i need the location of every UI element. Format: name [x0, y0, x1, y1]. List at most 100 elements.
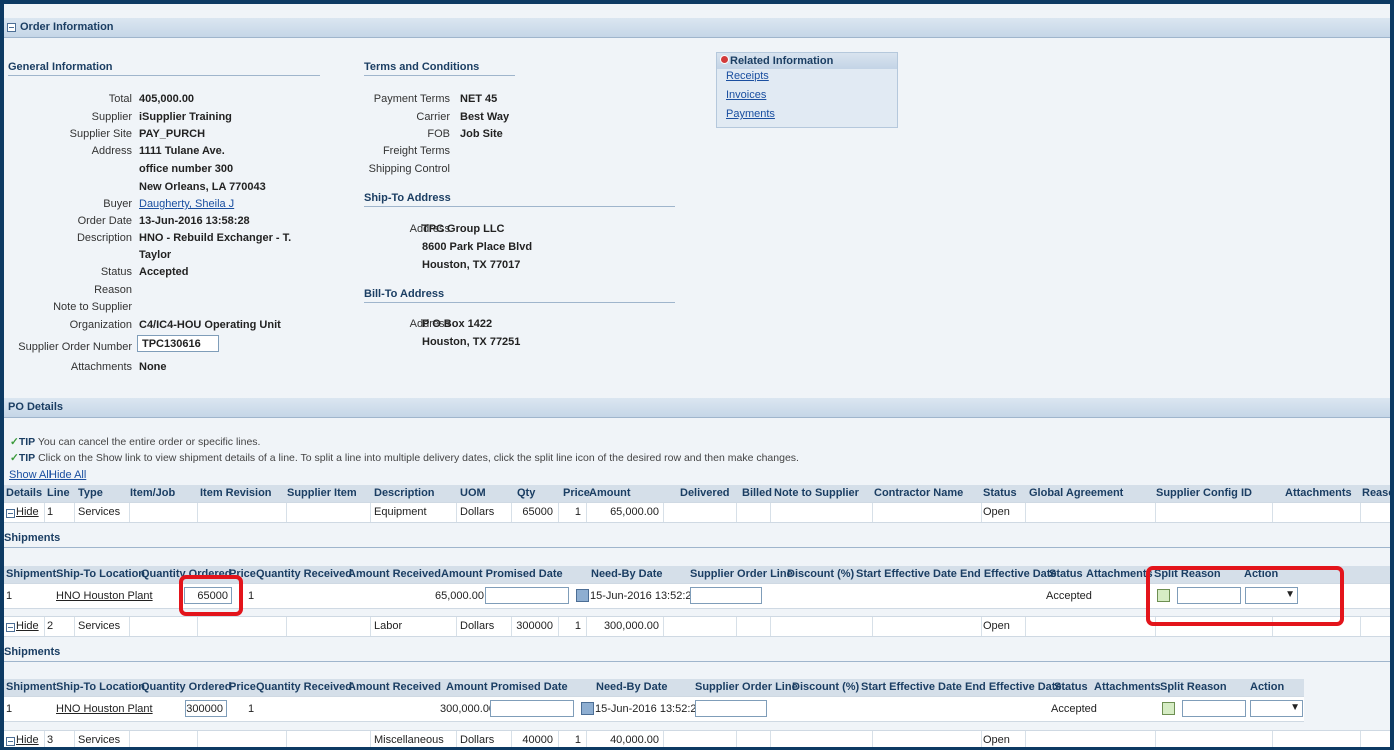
order-info-header[interactable]: Order Information	[4, 18, 1390, 38]
amount-promised: 300,000.00	[440, 703, 496, 715]
line-description: Miscellaneous	[374, 734, 444, 746]
supplier-order-line-input[interactable]	[690, 587, 762, 604]
column-header: Line	[47, 487, 70, 499]
column-header: Discount (%)	[792, 681, 860, 693]
shipment-status: Accepted	[1051, 703, 1097, 715]
column-header: Contractor Name	[874, 487, 964, 499]
payments-link[interactable]: Payments	[726, 108, 775, 120]
shipments-label: Shipments	[4, 646, 61, 658]
column-header: Price	[563, 487, 590, 499]
cell-divider	[872, 617, 873, 636]
supplier-order-line-input[interactable]	[695, 700, 767, 717]
cell-divider	[129, 731, 130, 747]
cell-divider	[1360, 503, 1361, 522]
cell-divider	[370, 617, 371, 636]
column-header: Status	[1054, 681, 1088, 693]
promised-date-input[interactable]	[485, 587, 569, 604]
collapse-icon[interactable]	[6, 623, 15, 632]
collapse-icon[interactable]	[6, 509, 15, 518]
column-header: Item Revision	[200, 487, 272, 499]
bill-to-line-2: Houston, TX 77251	[422, 336, 521, 348]
po-lines-header: Details Line Type Item/Job Item Revision Supp…	[4, 485, 1390, 502]
cell-divider	[197, 731, 198, 747]
check-icon: ✓	[10, 452, 19, 464]
shipment-number: 1	[6, 590, 13, 602]
invoices-link[interactable]: Invoices	[726, 89, 766, 101]
po-details-title: PO Details	[8, 401, 64, 413]
cell-divider	[872, 731, 873, 747]
promised-date-input[interactable]	[490, 700, 574, 717]
show-all-link[interactable]: Show All	[9, 469, 51, 481]
column-header: UOM	[460, 487, 486, 499]
line-status: Open	[983, 734, 1010, 746]
line-qty: 300000	[516, 620, 553, 632]
hide-link[interactable]: Hide	[16, 506, 39, 518]
check-icon: ✓	[10, 436, 19, 448]
column-header: Amount Received	[348, 568, 441, 580]
order-info-title: Order Information	[20, 21, 114, 33]
column-header: Start Effective Date	[861, 681, 962, 693]
column-header: Supplier Item	[287, 487, 357, 499]
split-reason-input[interactable]	[1182, 700, 1246, 717]
field-label: Buyer	[103, 198, 132, 210]
cell-divider	[74, 617, 75, 636]
line-uom: Dollars	[460, 620, 495, 632]
hide-link[interactable]: Hide	[16, 620, 39, 632]
line-qty: 40000	[522, 734, 553, 746]
shipment-status: Accepted	[1046, 590, 1092, 602]
collapse-icon[interactable]	[7, 23, 16, 32]
ship-to-line-1: TPC Group LLC	[422, 223, 505, 235]
cell-divider	[286, 617, 287, 636]
field-label: Total	[108, 93, 132, 105]
column-header: Amount	[589, 487, 631, 499]
cell-divider	[981, 617, 982, 636]
cell-divider	[44, 731, 45, 747]
hide-all-link[interactable]: Hide All	[49, 469, 86, 481]
po-details-header: PO Details	[4, 398, 1390, 418]
field-value: None	[139, 361, 167, 373]
field-value: Accepted	[139, 266, 189, 278]
receipts-link[interactable]: Receipts	[726, 70, 769, 82]
column-header: Shipment	[6, 568, 57, 580]
buyer-link[interactable]: Daugherty, Sheila J	[139, 198, 234, 210]
collapse-icon[interactable]	[6, 737, 15, 746]
shipments-label: Shipments	[4, 532, 61, 544]
column-header: Delivered	[680, 487, 730, 499]
column-header: Attachments	[1086, 568, 1153, 580]
shipments-header: Shipment Ship-To Location Quantity Ordered…	[4, 679, 1304, 696]
cell-divider	[129, 503, 130, 522]
term-value: Job Site	[460, 128, 503, 140]
field-value: New Orleans, LA 770043	[139, 181, 266, 193]
need-by-date: 15-Jun-2016 13:52:20	[590, 590, 698, 602]
split-line-icon[interactable]	[1162, 702, 1175, 715]
field-label: Note to Supplier	[53, 301, 132, 313]
quantity-ordered-input[interactable]: 300000	[185, 700, 227, 717]
ship-to-location-link[interactable]: HNO Houston Plant	[56, 703, 153, 715]
cell-divider	[456, 731, 457, 747]
cell-divider	[370, 731, 371, 747]
hide-link[interactable]: Hide	[16, 734, 39, 746]
calendar-icon[interactable]	[581, 702, 594, 715]
column-header: End Effective Date	[960, 568, 1057, 580]
cell-divider	[1155, 731, 1156, 747]
term-value: Best Way	[460, 111, 510, 123]
column-header: Quantity Received	[256, 568, 352, 580]
cell-divider	[586, 503, 587, 522]
cell-divider	[558, 731, 559, 747]
terms-heading: Terms and Conditions	[364, 61, 515, 76]
ship-to-location-link[interactable]: HNO Houston Plant	[56, 590, 153, 602]
field-value: C4/IC4-HOU Operating Unit	[139, 319, 281, 331]
column-header: Need-By Date	[591, 568, 663, 580]
line-amount: 65,000.00	[610, 506, 659, 518]
action-select[interactable]	[1250, 700, 1303, 717]
column-header: Details	[6, 487, 43, 499]
supplier-order-number-input[interactable]: TPC130616	[137, 335, 219, 352]
column-header: Need-By Date	[596, 681, 668, 693]
line-amount: 300,000.00	[603, 620, 659, 632]
cell-divider	[370, 503, 371, 522]
column-header: Item/Job	[130, 487, 176, 499]
column-header: Status	[1049, 568, 1083, 580]
ship-to-line-3: Houston, TX 77017	[422, 259, 521, 271]
line-type: Services	[78, 506, 121, 518]
calendar-icon[interactable]	[576, 589, 589, 602]
